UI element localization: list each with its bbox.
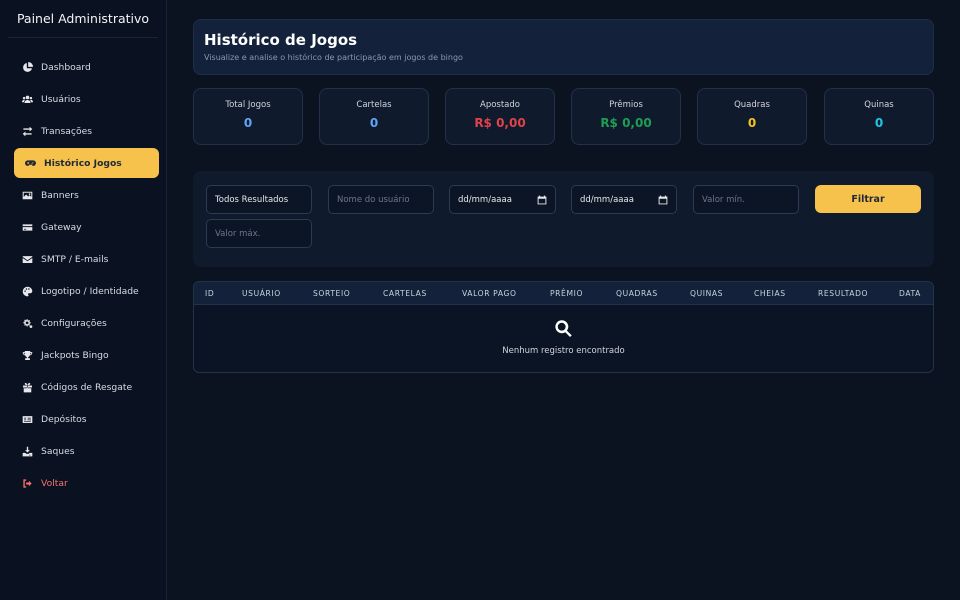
- sidebar-item-label: Banners: [41, 189, 79, 201]
- stat-premios: Prêmios R$ 0,00: [571, 88, 681, 145]
- money-check-icon: [21, 413, 34, 426]
- sidebar-item-usuarios[interactable]: Usuários: [14, 84, 159, 114]
- col-usuario[interactable]: USUÁRIO: [242, 282, 281, 305]
- sign-out-icon: [21, 477, 34, 490]
- sidebar-item-jackpots-bingo[interactable]: Jackpots Bingo: [14, 340, 159, 370]
- sidebar-item-label: Transações: [41, 125, 93, 137]
- sidebar-item-label: Jackpots Bingo: [41, 349, 109, 361]
- page-subtitle: Visualize e analise o histórico de parti…: [204, 53, 463, 62]
- sidebar-item-configuracoes[interactable]: Configurações: [14, 308, 159, 338]
- col-sorteio[interactable]: SORTEIO: [313, 282, 350, 305]
- col-id[interactable]: ID: [205, 282, 214, 305]
- stat-value: 0: [874, 116, 884, 130]
- stat-apostado: Apostado R$ 0,00: [445, 88, 555, 145]
- stat-label: Prêmios: [609, 100, 643, 110]
- sidebar-item-banners[interactable]: Banners: [14, 180, 159, 210]
- col-data[interactable]: DATA: [899, 282, 921, 305]
- stat-label: Cartelas: [356, 100, 392, 110]
- empty-state: Nenhum registro encontrado: [194, 305, 933, 372]
- stat-cartelas: Cartelas 0: [319, 88, 429, 145]
- stat-quinas: Quinas 0: [824, 88, 934, 145]
- sidebar-item-gateway[interactable]: Gateway: [14, 212, 159, 242]
- date-to-input[interactable]: dd/mm/aaaa: [571, 185, 677, 214]
- stat-total-jogos: Total Jogos 0: [193, 88, 303, 145]
- page-title: Histórico de Jogos: [204, 31, 358, 49]
- credit-card-icon: [21, 221, 34, 234]
- gamepad-icon: [24, 157, 37, 170]
- sidebar-item-voltar[interactable]: Voltar: [14, 468, 159, 498]
- date-from-text: dd/mm/aaaa: [458, 194, 512, 205]
- games-table: ID USUÁRIO SORTEIO CARTELAS VALOR PAGO P…: [193, 281, 934, 373]
- palette-icon: [21, 285, 34, 298]
- stat-value: 0: [747, 116, 757, 130]
- stat-label: Total Jogos: [225, 100, 271, 110]
- sidebar-item-label: Voltar: [41, 477, 68, 489]
- sidebar-item-label: Configurações: [41, 317, 107, 329]
- sidebar: Painel Administrativo Dashboard Usuários…: [0, 0, 167, 600]
- sidebar-item-label: SMTP / E-mails: [41, 253, 109, 265]
- filter-button[interactable]: Filtrar: [815, 185, 921, 213]
- result-select[interactable]: Todos Resultados: [206, 185, 312, 214]
- envelope-icon: [21, 253, 34, 266]
- stat-value: 0: [243, 116, 253, 130]
- min-value-input[interactable]: Valor mín.: [693, 185, 799, 214]
- stat-value: 0: [369, 116, 379, 130]
- sidebar-item-saques[interactable]: Saques: [14, 436, 159, 466]
- sidebar-nav: Dashboard Usuários Transações Histórico …: [14, 52, 159, 500]
- col-quadras[interactable]: QUADRAS: [616, 282, 658, 305]
- calendar-icon[interactable]: [537, 195, 547, 205]
- calendar-icon[interactable]: [658, 195, 668, 205]
- users-icon: [21, 93, 34, 106]
- max-value-input[interactable]: Valor máx.: [206, 219, 312, 248]
- stat-value: R$ 0,00: [600, 116, 652, 130]
- sidebar-item-historico-jogos[interactable]: Histórico Jogos: [14, 148, 159, 178]
- brand-title: Painel Administrativo: [8, 0, 158, 38]
- col-quinas[interactable]: QUINAS: [690, 282, 723, 305]
- sidebar-item-label: Depósitos: [41, 413, 87, 425]
- sidebar-item-label: Gateway: [41, 221, 82, 233]
- sidebar-item-depositos[interactable]: Depósitos: [14, 404, 159, 434]
- sidebar-item-label: Histórico Jogos: [44, 157, 122, 169]
- sidebar-item-dashboard[interactable]: Dashboard: [14, 52, 159, 82]
- user-search-input[interactable]: Nome do usuário: [328, 185, 434, 214]
- sidebar-item-label: Saques: [41, 445, 75, 457]
- stat-label: Quinas: [864, 100, 894, 110]
- col-cartelas[interactable]: CARTELAS: [383, 282, 427, 305]
- page-header: Histórico de Jogos Visualize e analise o…: [193, 19, 934, 75]
- col-valor-pago[interactable]: VALOR PAGO: [462, 282, 517, 305]
- col-premio[interactable]: PRÊMIO: [550, 282, 583, 305]
- withdraw-icon: [21, 445, 34, 458]
- exchange-icon: [21, 125, 34, 138]
- chart-pie-icon: [21, 61, 34, 74]
- sidebar-item-transacoes[interactable]: Transações: [14, 116, 159, 146]
- table-header: ID USUÁRIO SORTEIO CARTELAS VALOR PAGO P…: [194, 282, 933, 305]
- sidebar-item-smtp[interactable]: SMTP / E-mails: [14, 244, 159, 274]
- stat-value: R$ 0,00: [474, 116, 526, 130]
- date-to-text: dd/mm/aaaa: [580, 194, 634, 205]
- stat-label: Apostado: [480, 100, 520, 110]
- sidebar-item-label: Dashboard: [41, 61, 91, 73]
- sidebar-item-label: Logotipo / Identidade: [41, 285, 139, 297]
- search-icon: [194, 319, 933, 339]
- stats-row: Total Jogos 0 Cartelas 0 Apostado R$ 0,0…: [193, 88, 934, 145]
- col-resultado[interactable]: RESULTADO: [818, 282, 868, 305]
- date-from-input[interactable]: dd/mm/aaaa: [449, 185, 556, 214]
- sidebar-item-logotipo[interactable]: Logotipo / Identidade: [14, 276, 159, 306]
- col-cheias[interactable]: CHEIAS: [754, 282, 786, 305]
- gears-icon: [21, 317, 34, 330]
- sidebar-item-label: Usuários: [41, 93, 81, 105]
- stat-quadras: Quadras 0: [697, 88, 807, 145]
- stat-label: Quadras: [734, 100, 770, 110]
- sidebar-item-codigos-resgate[interactable]: Códigos de Resgate: [14, 372, 159, 402]
- empty-message: Nenhum registro encontrado: [502, 346, 625, 356]
- gift-icon: [21, 381, 34, 394]
- trophy-icon: [21, 349, 34, 362]
- image-icon: [21, 189, 34, 202]
- sidebar-item-label: Códigos de Resgate: [41, 381, 133, 393]
- filters-panel: Todos Resultados Nome do usuário dd/mm/a…: [193, 171, 934, 267]
